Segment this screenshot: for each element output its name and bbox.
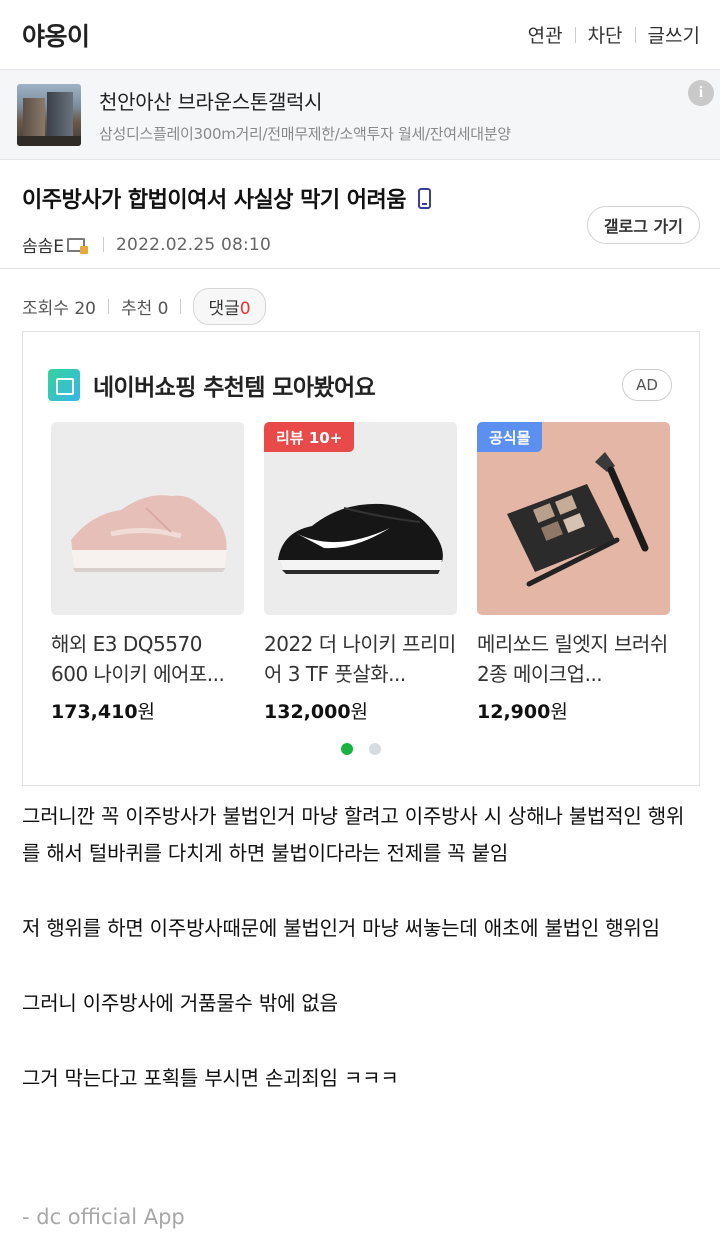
content-paragraph: 그러니깐 꼭 이주방사가 불법인거 마냥 할려고 이주방사 시 상해나 불법적인… bbox=[22, 804, 685, 865]
page-dot[interactable] bbox=[369, 743, 381, 755]
banner-ad[interactable]: 천안아산 브라운스톤갤럭시 삼성디스플레이300m거리/전매무제한/소액투자 월… bbox=[0, 70, 720, 160]
top-actions: 연관 차단 글쓰기 bbox=[528, 21, 700, 48]
product-carousel: 해외 E3 DQ5570 600 나이키 에어포... 173,410원 리뷰 … bbox=[51, 422, 670, 724]
top-bar: 야옹이 연관 차단 글쓰기 bbox=[0, 0, 720, 70]
divider bbox=[634, 26, 636, 43]
shopping-ad: 네이버쇼핑 추천템 모아봤어요 AD 해외 E3 DQ5570 600 나이키 … bbox=[22, 331, 700, 786]
price-value: 12,900 bbox=[477, 701, 551, 723]
product-card[interactable]: 리뷰 10+ 2022 더 나이키 프리미어 3 TF 풋살화... 132,0… bbox=[264, 422, 457, 724]
block-link[interactable]: 차단 bbox=[588, 21, 623, 48]
page-dot-active[interactable] bbox=[341, 743, 353, 755]
price-currency: 원 bbox=[137, 701, 156, 723]
sneaker-pink-icon bbox=[71, 495, 227, 572]
banner-subtitle: 삼성디스플레이300m거리/전매무제한/소액투자 월세/잔여세대분양 bbox=[99, 124, 511, 143]
comment-label: 댓글 bbox=[208, 298, 240, 319]
gallog-button[interactable]: 갤로그 가기 bbox=[586, 206, 700, 244]
mobile-icon bbox=[417, 187, 431, 209]
fixed-nick-icon bbox=[67, 237, 89, 254]
price-currency: 원 bbox=[550, 701, 568, 723]
product-price: 173,410원 bbox=[51, 697, 244, 724]
banner-title: 천안아산 브라운스톤갤럭시 bbox=[99, 89, 323, 114]
price-value: 173,410 bbox=[51, 701, 138, 723]
content-paragraph: 저 행위를 하면 이주방사때문에 불법인거 마냥 써놓는데 애초에 불법인 행위… bbox=[22, 916, 660, 940]
divider bbox=[103, 237, 105, 252]
info-icon[interactable]: i bbox=[688, 80, 714, 106]
content-paragraph: 그거 막는다고 포획틀 부시면 손괴죄임 ㅋㅋㅋ bbox=[22, 1066, 399, 1090]
recommend-count: 추천 0 bbox=[120, 298, 169, 319]
view-count: 조회수 20 bbox=[22, 298, 96, 319]
related-link[interactable]: 연관 bbox=[528, 21, 563, 48]
divider bbox=[180, 298, 182, 314]
product-card[interactable]: 공식몰 메리쏘드 릴엣지 브러쉬 2종 메이크업... 12,900원 bbox=[477, 422, 670, 724]
product-price: 132,000원 bbox=[264, 697, 457, 724]
post-date: 2022.02.25 08:10 bbox=[116, 234, 271, 255]
banner-thumbnail bbox=[17, 83, 81, 146]
shopping-title: 네이버쇼핑 추천템 모아봤어요 bbox=[93, 375, 376, 401]
carousel-pagination bbox=[341, 743, 397, 755]
product-name: 2022 더 나이키 프리미어 3 TF 풋살화... bbox=[264, 632, 456, 686]
gallery-title[interactable]: 야옹이 bbox=[22, 17, 90, 53]
product-image: 리뷰 10+ bbox=[264, 422, 457, 615]
product-name: 메리쏘드 릴엣지 브러쉬 2종 메이크업... bbox=[477, 632, 668, 686]
official-tag: 공식몰 bbox=[477, 422, 543, 452]
post-header: 이주방사가 합법이여서 사실상 막기 어려움 솜솜E 2022.02.25 08… bbox=[0, 160, 720, 269]
banner-text: 천안아산 브라운스톤갤럭시 삼성디스플레이300m거리/전매무제한/소액투자 월… bbox=[99, 86, 511, 144]
app-signature: - dc official App bbox=[22, 1205, 185, 1229]
shopping-header: 네이버쇼핑 추천템 모아봤어요 bbox=[48, 368, 376, 402]
review-tag: 리뷰 10+ bbox=[264, 422, 355, 452]
product-card[interactable]: 해외 E3 DQ5570 600 나이키 에어포... 173,410원 bbox=[51, 422, 244, 724]
shopping-bag-icon bbox=[48, 369, 80, 401]
post-content: 그러니깐 꼭 이주방사가 불법인거 마냥 할려고 이주방사 시 상해나 불법적인… bbox=[22, 798, 698, 1135]
product-name: 해외 E3 DQ5570 600 나이키 에어포... bbox=[51, 632, 225, 686]
write-link[interactable]: 글쓰기 bbox=[648, 21, 700, 48]
divider bbox=[574, 26, 576, 43]
product-image bbox=[51, 422, 244, 615]
divider bbox=[107, 298, 109, 314]
price-value: 132,000 bbox=[264, 701, 351, 723]
comment-count: 0 bbox=[239, 298, 251, 319]
content-paragraph: 그러니 이주방사에 거품물수 밖에 없음 bbox=[22, 991, 338, 1015]
writer-name[interactable]: 솜솜E bbox=[22, 232, 64, 257]
price-currency: 원 bbox=[350, 701, 369, 723]
post-title-text: 이주방사가 합법이여서 사실상 막기 어려움 bbox=[22, 188, 406, 213]
comment-button[interactable]: 댓글0 bbox=[193, 287, 266, 325]
product-image: 공식몰 bbox=[477, 422, 670, 615]
product-price: 12,900원 bbox=[477, 697, 670, 724]
ad-badge[interactable]: AD bbox=[622, 369, 672, 401]
